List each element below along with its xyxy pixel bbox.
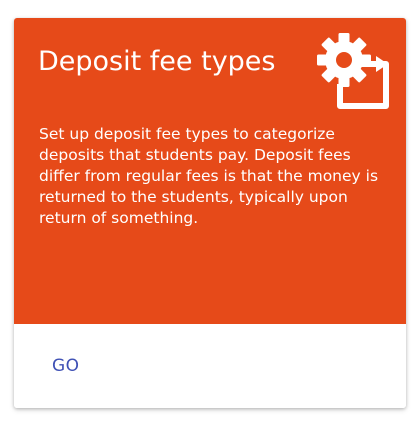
settings-applications-icon — [317, 33, 389, 109]
card-header: Deposit fee types Set up deposit fee typ… — [14, 18, 406, 324]
card-title: Deposit fee types — [38, 46, 276, 77]
card-actions: GO — [14, 324, 406, 408]
card-description: Set up deposit fee types to categorize d… — [39, 125, 379, 227]
go-button[interactable]: GO — [38, 348, 94, 384]
deposit-fee-types-card: Deposit fee types Set up deposit fee typ… — [14, 18, 406, 408]
